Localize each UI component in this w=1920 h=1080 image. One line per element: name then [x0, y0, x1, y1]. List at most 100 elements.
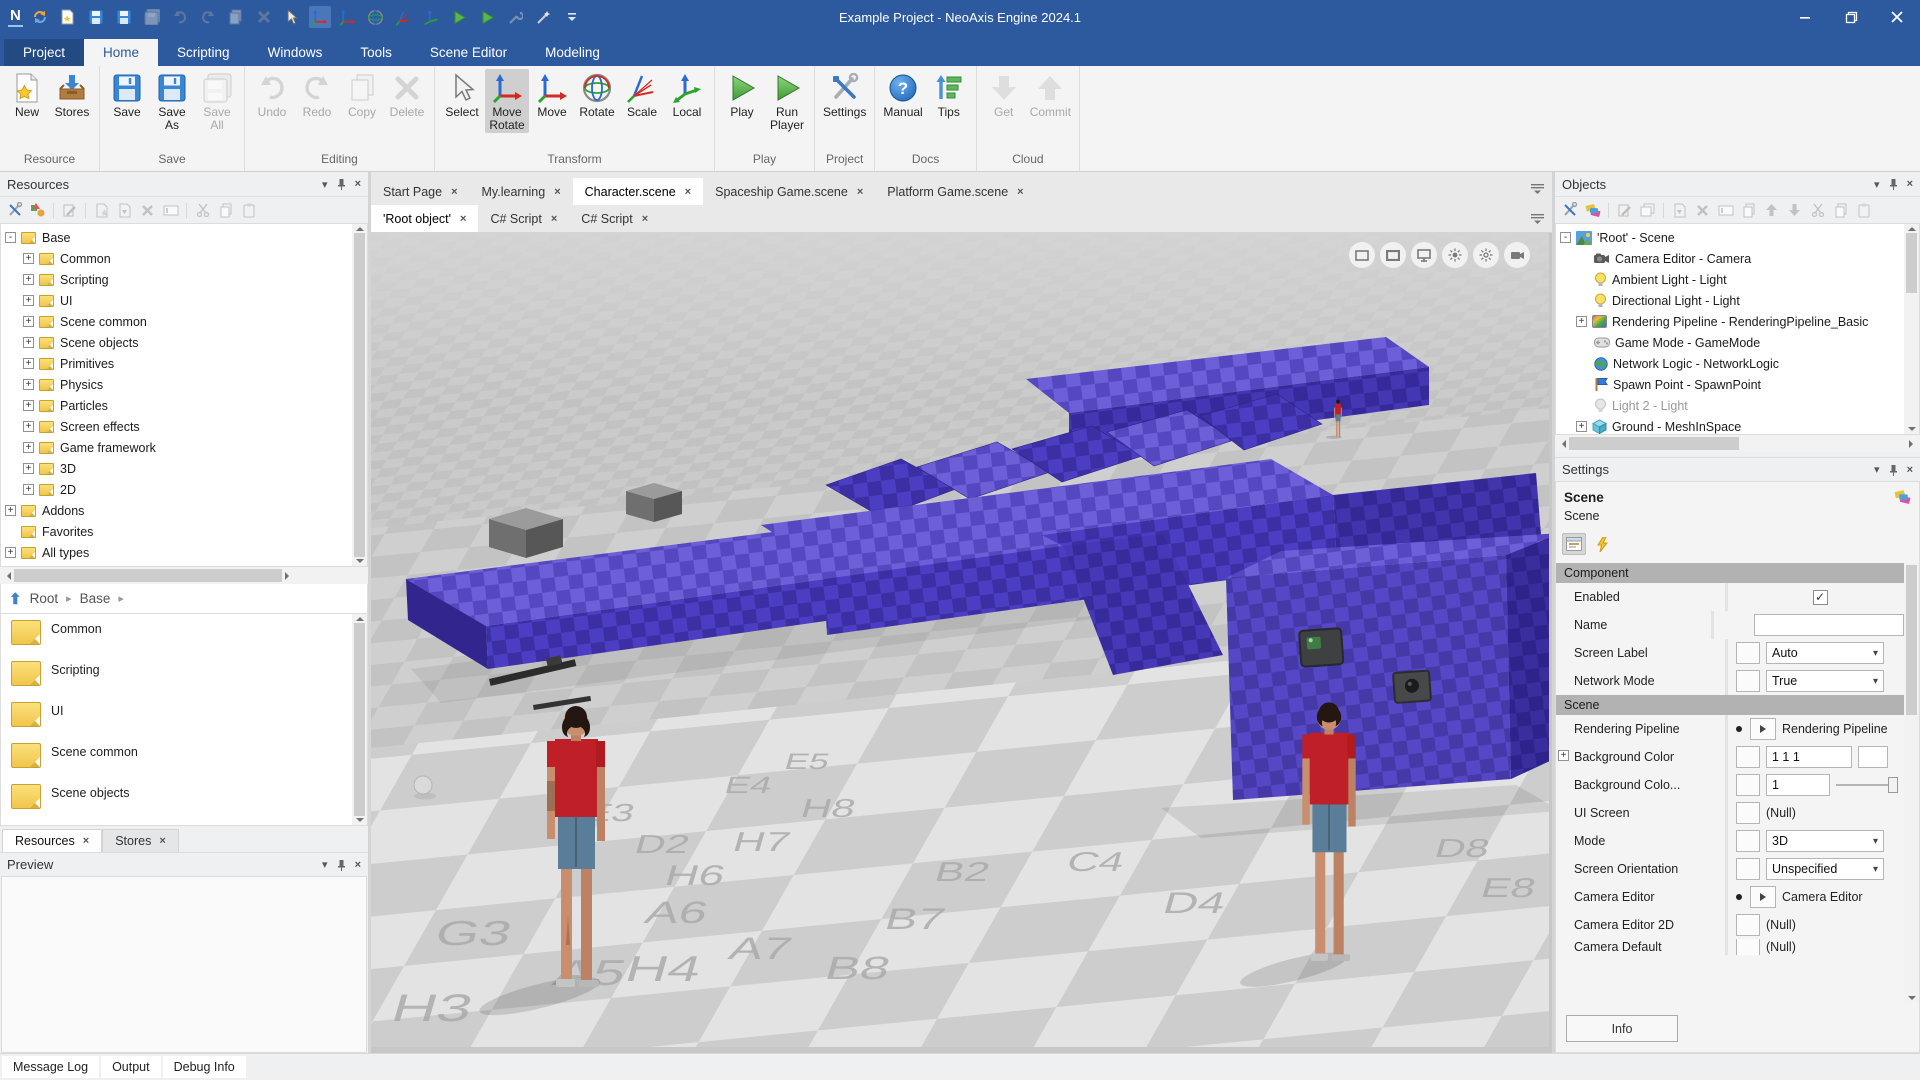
move-rotate-button[interactable]: Move Rotate [485, 69, 529, 133]
tree-item-scripting[interactable]: Scripting [5, 269, 367, 290]
viewport-camera-icon[interactable] [1504, 242, 1530, 268]
move-tool-icon[interactable] [337, 6, 359, 28]
object-item-ground[interactable]: Ground - MeshInSpace [1560, 416, 1919, 435]
default-flag-box[interactable] [1736, 746, 1760, 768]
value-slider[interactable] [1836, 784, 1894, 786]
default-flag-box[interactable] [1736, 642, 1760, 664]
events-tab-icon[interactable] [1590, 533, 1614, 555]
settings-button[interactable]: Settings [820, 69, 869, 120]
save-as-icon[interactable] [113, 6, 135, 28]
close-icon[interactable]: × [1017, 186, 1023, 198]
expand-icon[interactable] [23, 253, 34, 264]
tab-root-object[interactable]: 'Root object'× [371, 205, 478, 232]
tab-csharp-script-2[interactable]: C# Script× [569, 205, 660, 232]
tree-item-2d[interactable]: 2D [5, 479, 367, 500]
edit-icon[interactable] [1615, 201, 1634, 220]
tab-my-learning[interactable]: My.learning× [470, 178, 573, 205]
default-flag-box[interactable] [1736, 802, 1760, 824]
cut-icon[interactable] [1808, 201, 1827, 220]
panel-menu-icon[interactable]: ▾ [322, 858, 328, 871]
object-item-camera-editor[interactable]: Camera Editor - Camera [1560, 248, 1919, 269]
redo-button[interactable]: Redo [295, 69, 339, 120]
tree-item-game-framework[interactable]: Game framework [5, 437, 367, 458]
expand-icon[interactable] [5, 547, 16, 558]
breadcrumb-root[interactable]: Root [30, 591, 59, 606]
object-item-root-scene[interactable]: 'Root' - Scene [1560, 227, 1919, 248]
tree-item-addons[interactable]: Addons [5, 500, 367, 521]
move-down-icon[interactable] [1785, 201, 1804, 220]
object-item-light-2[interactable]: Light 2 - Light [1560, 395, 1919, 416]
copy-icon[interactable] [216, 201, 235, 220]
tips-button[interactable]: Tips [927, 69, 971, 120]
undo-button[interactable]: Undo [250, 69, 294, 120]
tab-stores[interactable]: Stores× [102, 829, 179, 852]
object-item-network-logic[interactable]: Network Logic - NetworkLogic [1560, 353, 1919, 374]
close-icon[interactable]: × [83, 835, 89, 847]
folder-list-scrollbar[interactable] [352, 614, 367, 825]
viewport-brightness-icon[interactable] [1442, 242, 1468, 268]
reference-button[interactable] [1750, 886, 1776, 908]
screen-label-dropdown[interactable]: Auto▾ [1766, 642, 1884, 664]
tree-item-base[interactable]: Base [5, 227, 367, 248]
menu-home[interactable]: Home [84, 39, 158, 66]
move-up-icon[interactable] [1762, 201, 1781, 220]
info-button[interactable]: Info [1566, 1015, 1678, 1042]
sync-icon[interactable] [29, 6, 51, 28]
objects-tree-hscrollbar[interactable] [1555, 435, 1920, 452]
expand-icon[interactable] [23, 400, 34, 411]
delete-icon[interactable] [1693, 201, 1712, 220]
properties-tab-icon[interactable] [1562, 533, 1586, 555]
folder-item-ui[interactable]: UI [11, 702, 367, 743]
object-item-spawn-point[interactable]: Spawn Point - SpawnPoint [1560, 374, 1919, 395]
close-icon[interactable]: × [857, 186, 863, 198]
close-icon[interactable]: × [551, 213, 557, 225]
object-item-game-mode[interactable]: Game Mode - GameMode [1560, 332, 1919, 353]
expand-icon[interactable] [23, 463, 34, 474]
name-input[interactable] [1754, 614, 1904, 636]
default-flag-box[interactable] [1736, 830, 1760, 852]
screen-orientation-dropdown[interactable]: Unspecified▾ [1766, 858, 1884, 880]
object-item-directional-light[interactable]: Directional Light - Light [1560, 290, 1919, 311]
expand-icon[interactable] [23, 421, 34, 432]
viewport-lighting-icon[interactable] [1473, 242, 1499, 268]
stores-button[interactable]: Stores [50, 69, 94, 120]
reference-button[interactable] [1750, 718, 1776, 740]
viewport-screen-icon[interactable] [1411, 242, 1437, 268]
tree-item-scene-objects[interactable]: Scene objects [5, 332, 367, 353]
tree-item-favorites[interactable]: Favorites [5, 521, 367, 542]
resources-filter-icon[interactable] [28, 201, 47, 220]
folder-item-scripting[interactable]: Scripting [11, 661, 367, 702]
delete-icon[interactable] [138, 201, 157, 220]
menu-scene-editor[interactable]: Scene Editor [411, 39, 526, 66]
select-button[interactable]: Select [440, 69, 484, 120]
local-button[interactable]: Local [665, 69, 709, 120]
close-icon[interactable]: × [355, 178, 361, 190]
mode-dropdown[interactable]: 3D▾ [1766, 830, 1884, 852]
tree-item-ui[interactable]: UI [5, 290, 367, 311]
close-icon[interactable]: × [460, 213, 466, 225]
new-resource-icon[interactable] [92, 201, 111, 220]
manual-button[interactable]: ?Manual [880, 69, 925, 120]
undo-icon[interactable] [169, 6, 191, 28]
move-button[interactable]: Move [530, 69, 574, 120]
object-item-rendering-pipeline[interactable]: Rendering Pipeline - RenderingPipeline_B… [1560, 311, 1919, 332]
objects-settings-icon[interactable] [1560, 201, 1579, 220]
scale-tool-icon[interactable] [393, 6, 415, 28]
menu-project[interactable]: Project [4, 39, 84, 66]
close-icon[interactable]: × [355, 859, 361, 871]
edit-icon[interactable] [60, 201, 79, 220]
color-swatch[interactable] [1858, 746, 1888, 768]
get-button[interactable]: Get [982, 69, 1026, 120]
expand-icon[interactable] [23, 274, 34, 285]
menu-windows[interactable]: Windows [249, 39, 342, 66]
tree-item-scene-common[interactable]: Scene common [5, 311, 367, 332]
expand-icon[interactable] [23, 379, 34, 390]
collapse-icon[interactable] [1560, 232, 1571, 243]
close-icon[interactable]: × [159, 835, 165, 847]
save-as-button[interactable]: Save As [150, 69, 194, 133]
tree-item-primitives[interactable]: Primitives [5, 353, 367, 374]
copy-button[interactable]: Copy [340, 69, 384, 120]
select-tool-icon[interactable] [281, 6, 303, 28]
default-flag-box[interactable] [1736, 670, 1760, 692]
close-button[interactable] [1874, 0, 1920, 34]
